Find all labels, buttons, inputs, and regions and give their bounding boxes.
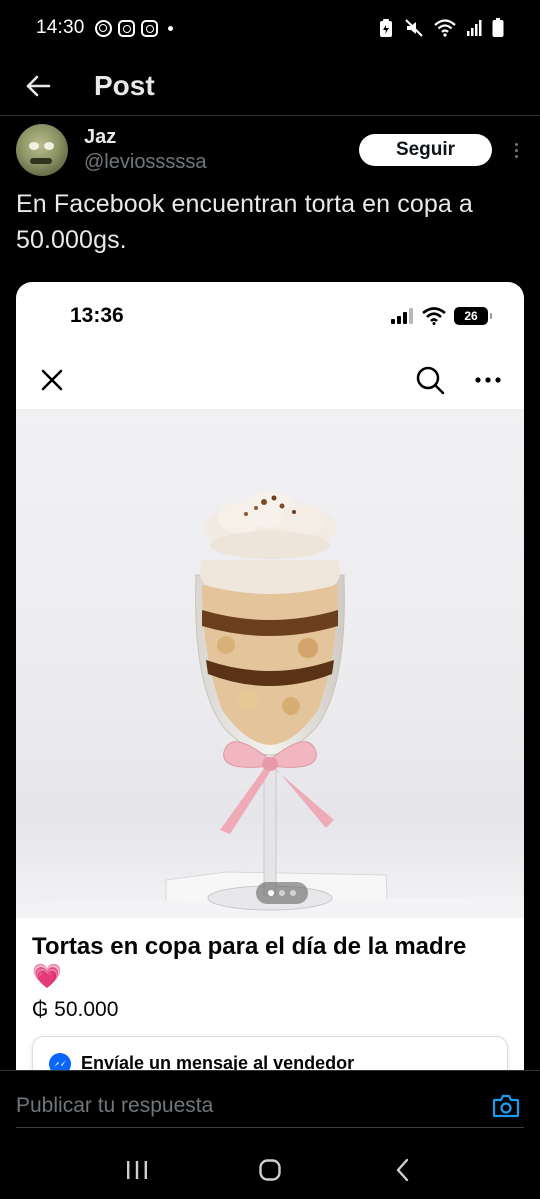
follow-button[interactable]: Seguir <box>359 134 492 166</box>
battery-icon: 26 <box>454 307 492 325</box>
mute-icon <box>405 19 423 37</box>
battery-saver-icon <box>380 19 392 37</box>
product-title: Tortas en copa para el día de la madre 💗 <box>32 932 508 992</box>
home-icon <box>259 1158 281 1181</box>
instagram-icon <box>117 19 135 37</box>
more-horizontal-icon <box>475 376 501 383</box>
avatar[interactable] <box>16 124 68 176</box>
tweet-media-image[interactable]: 13:36 26 Tortas en copa para el día de l… <box>16 282 524 1102</box>
embedded-close-button <box>34 362 70 398</box>
battery-icon <box>492 18 504 37</box>
embedded-status-time: 13:36 <box>70 304 124 327</box>
tweet-text: En Facebook encuentran torta en copa a 5… <box>16 190 473 254</box>
embedded-status-bar: 13:36 26 <box>16 282 524 350</box>
signal-ring-icon <box>94 19 112 37</box>
home-button[interactable] <box>240 1148 300 1192</box>
system-back-button[interactable] <box>373 1148 433 1192</box>
recents-icon <box>126 1160 147 1179</box>
product-price: ₲ 50.000 <box>32 998 119 1021</box>
cake-in-glass-illustration <box>16 492 524 918</box>
embedded-search-button <box>412 362 448 398</box>
page-title: Post <box>94 69 155 101</box>
heart-emoji: 💗 <box>32 963 62 990</box>
status-bar: 14:30 <box>0 0 540 56</box>
tweet-author-row: Jaz @leviosssssa Seguir <box>16 118 524 182</box>
recents-button[interactable] <box>107 1148 167 1192</box>
arrow-left-icon <box>26 75 51 96</box>
product-title-text: Tortas en copa para el día de la madre <box>32 933 467 960</box>
status-time: 14:30 <box>36 17 85 38</box>
status-right-icons <box>378 18 504 38</box>
carousel-indicator <box>256 882 308 904</box>
reply-divider <box>16 1127 524 1128</box>
reply-bar <box>0 1070 540 1140</box>
author-names[interactable]: Jaz @leviosssssa <box>84 125 207 175</box>
embedded-more-button <box>470 362 506 398</box>
product-photo <box>16 410 524 918</box>
notification-dot-icon <box>167 25 173 31</box>
status-left-icons <box>94 19 173 37</box>
author-name[interactable]: Jaz <box>84 125 207 149</box>
more-options-button[interactable] <box>508 134 524 166</box>
post-header: Post <box>0 56 540 116</box>
author-handle[interactable]: @leviosssssa <box>84 149 207 175</box>
wifi-icon <box>434 19 456 37</box>
instagram-icon <box>140 19 158 37</box>
close-icon <box>41 369 63 390</box>
reply-input[interactable] <box>16 1093 488 1118</box>
embedded-status-icons: 26 <box>390 307 492 325</box>
back-icon <box>397 1158 409 1181</box>
system-nav-bar <box>0 1140 540 1199</box>
cell-signal-icon <box>467 20 482 36</box>
embedded-toolbar <box>16 350 524 410</box>
camera-icon <box>492 1094 520 1117</box>
cell-signal-icon <box>391 308 413 324</box>
search-icon <box>416 366 445 394</box>
camera-button[interactable] <box>488 1088 524 1124</box>
wifi-icon <box>422 307 446 325</box>
back-button[interactable] <box>18 66 58 106</box>
